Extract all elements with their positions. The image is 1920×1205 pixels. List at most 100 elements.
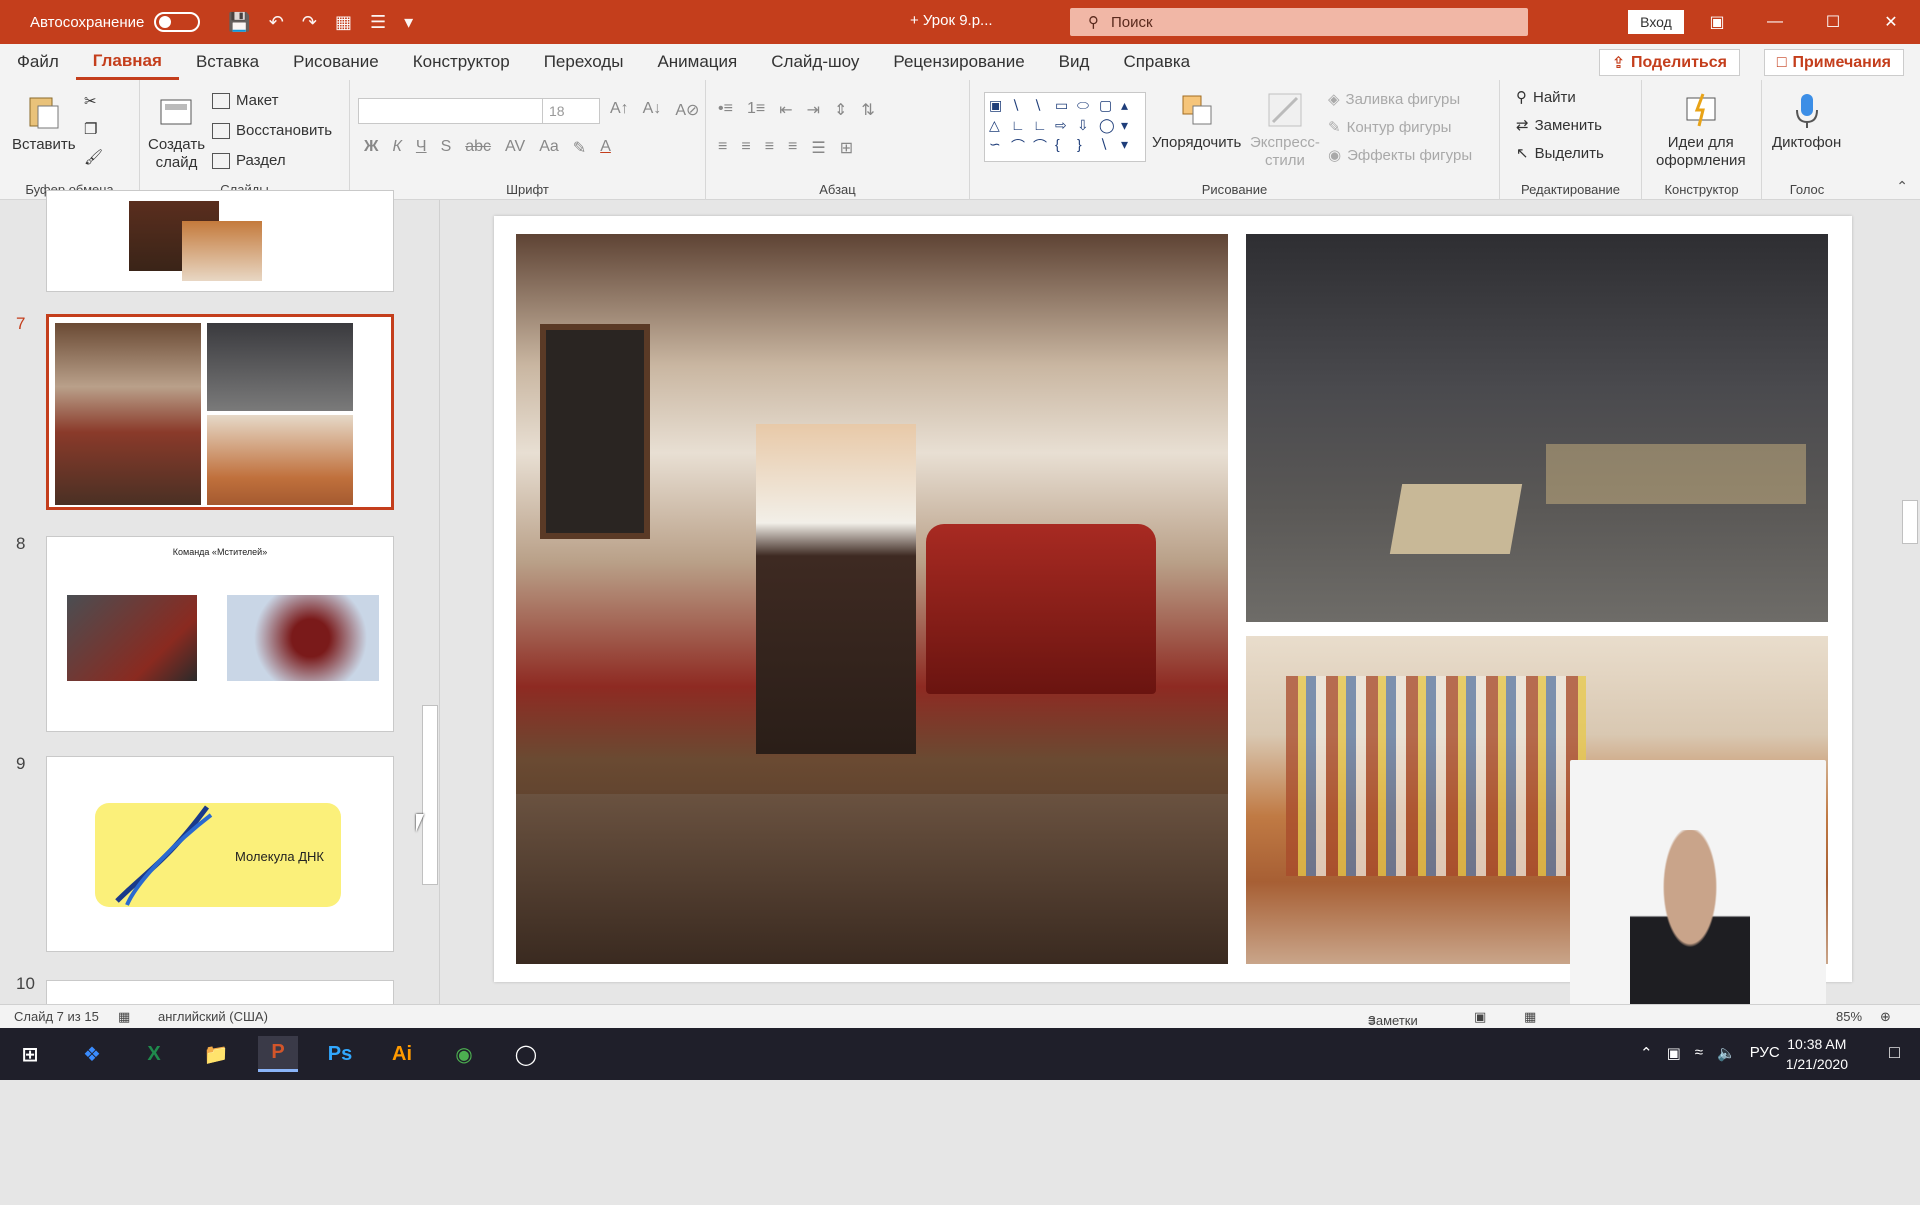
replace-button[interactable]: ⇄ Заменить — [1516, 116, 1602, 135]
font-color-icon[interactable]: A — [600, 138, 611, 158]
quick-styles-button[interactable]: Экспресс- стили — [1250, 90, 1320, 170]
italic-icon[interactable]: К — [392, 138, 401, 158]
shrink-font-icon[interactable]: A↓ — [643, 100, 662, 120]
clear-format-icon[interactable]: A⊘ — [675, 100, 699, 120]
tab-4[interactable]: Конструктор — [396, 44, 527, 80]
tab-0[interactable]: Файл — [0, 44, 76, 80]
copy-icon[interactable]: ❐ — [84, 120, 97, 138]
connector-shape-icon[interactable]: ∟ — [1011, 117, 1031, 135]
obs-icon[interactable]: ◯ — [506, 1036, 546, 1072]
tab-1[interactable]: Главная — [75, 44, 179, 80]
tray-expand-icon[interactable]: ⌃ — [1640, 1044, 1653, 1062]
text-direction-icon[interactable]: ⇅ — [861, 100, 874, 120]
tab-3[interactable]: Рисование — [276, 44, 396, 80]
ribbon-display-icon[interactable]: ▣ — [1688, 0, 1746, 44]
customize-qat-icon[interactable]: ▾ — [404, 12, 413, 33]
canvas-scroll-thumb[interactable] — [1902, 500, 1918, 544]
chrome-icon[interactable]: ◉ — [444, 1036, 484, 1072]
slide-thumbnail-8[interactable]: Команда «Мстителей» — [46, 536, 394, 732]
triangle-shape-icon[interactable]: △ — [989, 117, 1009, 135]
spacing-icon[interactable]: AV — [505, 138, 525, 158]
line2-shape-icon[interactable]: ∖ — [1033, 97, 1053, 115]
shadow-icon[interactable]: S — [441, 138, 452, 158]
photo-barista[interactable] — [516, 234, 1228, 964]
zoom-level[interactable]: 85% — [1836, 1009, 1862, 1024]
align-right-icon[interactable]: ≡ — [765, 138, 774, 158]
roundrect-shape-icon[interactable]: ▢ — [1099, 97, 1119, 115]
layout-button[interactable]: Макет — [212, 92, 278, 109]
bullets-icon[interactable]: •≡ — [718, 100, 733, 120]
save-icon[interactable]: 💾 — [228, 12, 250, 33]
expand-shapes-icon[interactable]: ▾ — [1121, 136, 1141, 157]
arrow-down-shape-icon[interactable]: ⇩ — [1077, 117, 1097, 135]
format-painter-icon[interactable]: 🖌 — [84, 148, 103, 166]
cut-icon[interactable]: ✂ — [84, 92, 97, 110]
decrease-indent-icon[interactable]: ⇤ — [779, 100, 792, 120]
line3-shape-icon[interactable]: ∖ — [1099, 136, 1119, 157]
accessibility-icon[interactable]: ▦ — [118, 1009, 130, 1025]
curve-shape-icon[interactable]: ∽ — [989, 136, 1009, 157]
strikethrough-icon[interactable]: abc — [465, 138, 491, 158]
font-size-input[interactable]: 18 — [542, 98, 600, 124]
align-left-icon[interactable]: ≡ — [718, 138, 727, 158]
minimize-icon[interactable]: — — [1746, 0, 1804, 44]
fit-slide-icon[interactable]: ⊕ — [1880, 1009, 1891, 1025]
battery-icon[interactable]: ▣ — [1667, 1044, 1681, 1062]
file-explorer-icon[interactable]: 📁 — [196, 1036, 236, 1072]
section-button[interactable]: Раздел — [212, 152, 286, 169]
select-button[interactable]: ↖ Выделить — [1516, 144, 1604, 163]
share-button[interactable]: ⇪ Поделиться — [1598, 49, 1740, 76]
shape-outline-button[interactable]: ✎ Контур фигуры — [1328, 118, 1451, 137]
tab-9[interactable]: Вид — [1042, 44, 1107, 80]
callout-shape-icon[interactable]: ◯ — [1099, 117, 1119, 135]
oval-shape-icon[interactable]: ⬭ — [1077, 97, 1097, 115]
dropbox-icon[interactable]: ❖ — [72, 1036, 112, 1072]
slide-thumbnail-9[interactable]: Молекула ДНК — [46, 756, 394, 952]
arc-shape-icon[interactable]: ⌒ — [1033, 136, 1053, 157]
dictate-button[interactable]: Диктофон — [1772, 90, 1841, 152]
thumbnails-scrollbar[interactable] — [420, 405, 440, 1205]
language-indicator[interactable]: английский (США) — [158, 1009, 268, 1024]
justify-icon[interactable]: ≡ — [788, 138, 797, 158]
close-icon[interactable]: ✕ — [1862, 0, 1920, 44]
tab-5[interactable]: Переходы — [527, 44, 641, 80]
comments-button[interactable]: □ Примечания — [1763, 49, 1904, 76]
find-button[interactable]: ⚲ Найти — [1516, 88, 1576, 107]
tab-10[interactable]: Справка — [1106, 44, 1207, 80]
scroll-thumb[interactable] — [422, 705, 438, 885]
tab-6[interactable]: Анимация — [640, 44, 754, 80]
canvas-scrollbar[interactable] — [1900, 200, 1920, 1010]
line-shape-icon[interactable]: ∖ — [1011, 97, 1031, 115]
freeform-shape-icon[interactable]: ⌒ — [1011, 136, 1031, 157]
reset-button[interactable]: Восстановить — [212, 122, 332, 139]
slide-thumbnail-7[interactable] — [46, 314, 394, 510]
autosave-control[interactable]: Автосохранение — [30, 12, 201, 32]
tab-8[interactable]: Рецензирование — [876, 44, 1041, 80]
start-icon[interactable]: ⊞ — [10, 1036, 50, 1072]
change-case-icon[interactable]: Aa — [539, 138, 559, 158]
shapes-gallery[interactable]: ▣ ∖ ∖ ▭ ⬭ ▢ ▴ △ ∟ ∟ ⇨ ⇩ ◯ ▾ ∽ ⌒ ⌒{} ∖ ▾ — [984, 92, 1146, 162]
sorter-view-icon[interactable]: ▦ — [1524, 1009, 1536, 1025]
photoshop-icon[interactable]: Ps — [320, 1036, 360, 1072]
scroll-shapes-icon[interactable]: ▾ — [1121, 117, 1141, 135]
undo-icon[interactable]: ↶ — [269, 12, 284, 33]
align-center-icon[interactable]: ≡ — [741, 138, 750, 158]
login-button[interactable]: Вход — [1628, 10, 1684, 34]
numbering-icon[interactable]: 1≡ — [747, 100, 765, 120]
connector2-shape-icon[interactable]: ∟ — [1033, 117, 1053, 135]
line-spacing-icon[interactable]: ⇕ — [834, 100, 847, 120]
input-language[interactable]: РУС — [1750, 1044, 1780, 1062]
slide-thumbnail-6[interactable] — [46, 190, 394, 292]
autosave-toggle[interactable] — [154, 12, 201, 32]
redo-icon[interactable]: ↷ — [302, 12, 317, 33]
design-ideas-button[interactable]: Идеи для оформления — [1656, 90, 1746, 170]
brace-right-shape-icon[interactable]: } — [1077, 136, 1097, 157]
present-icon[interactable]: ▦ — [335, 12, 352, 33]
normal-view-icon[interactable]: ▣ — [1474, 1009, 1486, 1025]
align-icon[interactable]: ☰ — [370, 12, 386, 33]
new-slide-button[interactable]: Создать слайд — [148, 92, 205, 172]
photo-terrace[interactable] — [1246, 234, 1828, 622]
powerpoint-icon[interactable]: P — [258, 1036, 298, 1072]
more-shapes-icon[interactable]: ▴ — [1121, 97, 1141, 115]
excel-icon[interactable]: X — [134, 1036, 174, 1072]
